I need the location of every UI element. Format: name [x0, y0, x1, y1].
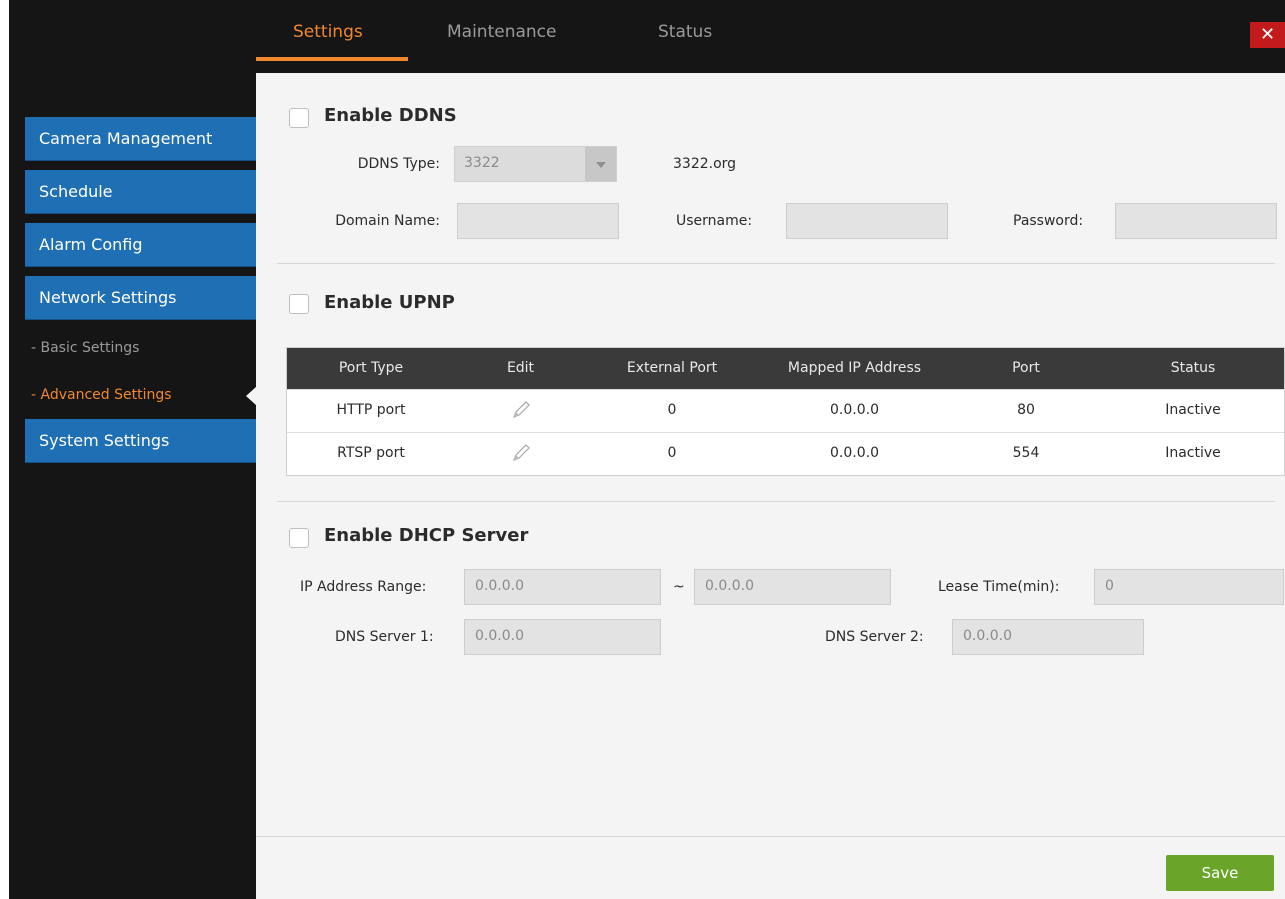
enable-dhcp-checkbox[interactable] [289, 528, 309, 548]
chevron-down-icon [596, 162, 606, 168]
ip-range-label: IP Address Range: [300, 579, 427, 595]
tab-settings[interactable]: Settings [293, 22, 363, 42]
column-header-mapped-ip: Mapped IP Address [787, 360, 922, 376]
ip-range-end-input[interactable]: 0.0.0.0 [694, 569, 891, 605]
dns-server-1-label: DNS Server 1: [335, 629, 434, 645]
edit-cell [455, 390, 586, 432]
enable-ddns-checkbox[interactable] [289, 108, 309, 128]
enable-dhcp-label: Enable DHCP Server [324, 525, 529, 546]
username-label: Username: [676, 213, 753, 229]
dns-server-1-input[interactable]: 0.0.0.0 [464, 619, 661, 655]
cell-status: Inactive [1165, 445, 1221, 461]
dns-server-2-label: DNS Server 2: [825, 629, 924, 645]
sidebar-subitem-advanced-settings[interactable]: - Advanced Settings [31, 387, 172, 403]
pencil-icon[interactable] [510, 442, 532, 464]
sidebar-item-system-settings[interactable]: System Settings [25, 419, 256, 463]
ddns-type-label: DDNS Type: [357, 156, 440, 172]
domain-name-label: Domain Name: [335, 213, 440, 229]
dropdown-arrow[interactable] [585, 147, 616, 181]
lease-time-label: Lease Time(min): [938, 579, 1060, 595]
username-input[interactable] [786, 203, 948, 239]
column-header-status: Status [1170, 360, 1216, 376]
cell-port: 554 [1012, 445, 1040, 461]
cell-port: 80 [1017, 402, 1035, 418]
column-header-edit: Edit [506, 360, 535, 376]
column-header-port: Port [1012, 360, 1040, 376]
ddns-provider-text: 3322.org [673, 156, 737, 172]
cell-mapped-ip: 0.0.0.0 [830, 445, 879, 461]
cell-external-port: 0 [667, 445, 677, 461]
password-input[interactable] [1115, 203, 1277, 239]
sidebar-item-camera-management[interactable]: Camera Management [25, 117, 256, 161]
table-row: HTTP port 0 0.0.0.0 80 Inactive [287, 389, 1284, 432]
top-bar: Settings Maintenance Status ✕ [9, 0, 1285, 73]
tab-maintenance[interactable]: Maintenance [447, 22, 556, 42]
table-header: Port Type Edit External Port Mapped IP A… [287, 348, 1284, 389]
content-panel: Enable DDNS DDNS Type: 3322 3322.org Dom… [256, 73, 1285, 899]
cell-mapped-ip: 0.0.0.0 [830, 402, 879, 418]
upnp-port-table: Port Type Edit External Port Mapped IP A… [286, 347, 1285, 476]
ddns-type-value: 3322 [464, 155, 500, 171]
tab-status[interactable]: Status [658, 22, 712, 42]
column-header-external-port: External Port [626, 360, 718, 376]
domain-name-input[interactable] [457, 203, 619, 239]
sidebar: Camera Management Schedule Alarm Config … [9, 73, 256, 899]
section-divider [277, 263, 1275, 264]
ip-range-separator: ~ [673, 579, 685, 595]
enable-upnp-label: Enable UPNP [324, 292, 455, 313]
dns-server-2-input[interactable]: 0.0.0.0 [952, 619, 1144, 655]
cell-status: Inactive [1165, 402, 1221, 418]
close-button[interactable]: ✕ [1250, 22, 1285, 48]
sidebar-subitem-basic-settings[interactable]: - Basic Settings [31, 340, 139, 356]
app-window: Settings Maintenance Status ✕ Camera Man… [9, 0, 1285, 899]
enable-upnp-checkbox[interactable] [289, 294, 309, 314]
column-header-port-type: Port Type [338, 360, 404, 376]
enable-ddns-label: Enable DDNS [324, 105, 457, 126]
lease-time-input[interactable]: 0 [1094, 569, 1284, 605]
ip-range-start-input[interactable]: 0.0.0.0 [464, 569, 661, 605]
close-icon: ✕ [1259, 24, 1276, 45]
footer-divider [256, 836, 1285, 837]
table-row: RTSP port 0 0.0.0.0 554 Inactive [287, 432, 1284, 475]
sidebar-item-alarm-config[interactable]: Alarm Config [25, 223, 256, 267]
cell-port-type: RTSP port [337, 445, 405, 461]
save-button[interactable]: Save [1166, 855, 1274, 891]
active-tab-indicator [256, 57, 408, 61]
cell-port-type: HTTP port [336, 402, 406, 418]
cell-external-port: 0 [667, 402, 677, 418]
active-item-pointer [246, 387, 256, 405]
password-label: Password: [1013, 213, 1084, 229]
sidebar-item-network-settings[interactable]: Network Settings [25, 276, 256, 320]
edit-cell [455, 433, 586, 475]
pencil-icon[interactable] [510, 399, 532, 421]
sidebar-item-schedule[interactable]: Schedule [25, 170, 256, 214]
ddns-type-select[interactable]: 3322 [454, 146, 617, 182]
section-divider [277, 501, 1275, 502]
